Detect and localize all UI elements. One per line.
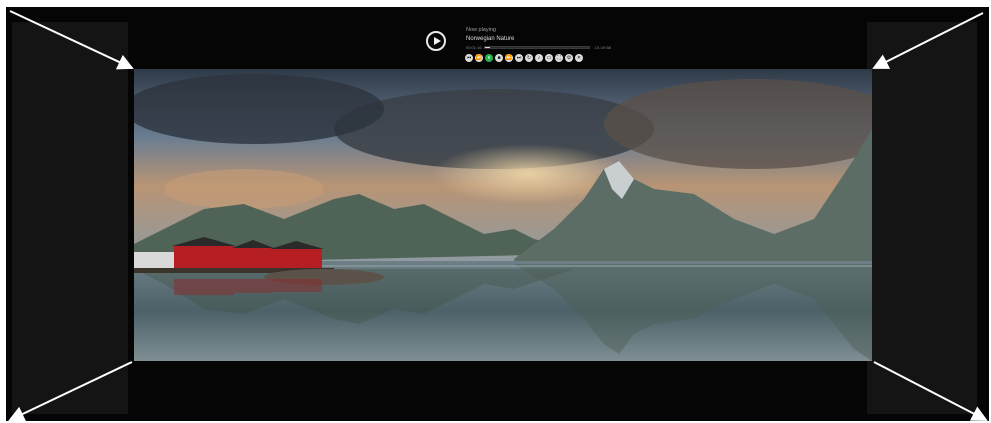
- arrow-top-right: [872, 12, 984, 69]
- corner-arrows: [8, 10, 988, 422]
- arrow-top-left: [9, 10, 134, 70]
- arrow-bottom-right: [873, 361, 988, 421]
- arrow-bottom-left: [8, 361, 133, 422]
